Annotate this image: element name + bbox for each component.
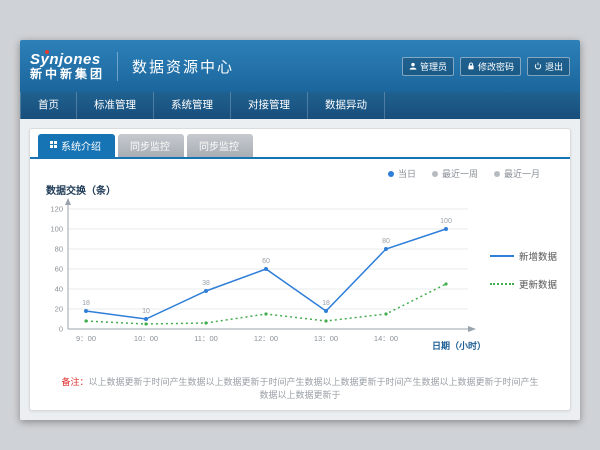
tab-bar: 系统介绍 同步监控 同步监控 [30,129,570,159]
filter-today-label: 当日 [398,167,416,180]
filter-last-week-label: 最近一周 [442,167,478,180]
svg-text:日期（小时）: 日期（小时） [432,340,486,351]
logo-text-en: Synjones [30,52,105,67]
logo-text-cn: 新中新集团 [30,67,105,81]
tab-system-intro[interactable]: 系统介绍 [38,134,115,157]
change-password-label: 修改密码 [478,60,514,73]
svg-text:9：00: 9：00 [76,334,96,343]
filter-last-month-label: 最近一月 [504,167,540,180]
dotted-line-icon [490,283,514,285]
app-window: Synjones 新中新集团 数据资源中心 管理员 修改密码 [20,40,580,420]
main-panel: 系统介绍 同步监控 同步监控 当日 最近一周 [29,128,571,411]
tab-system-intro-label: 系统介绍 [61,138,101,153]
page-title: 数据资源中心 [132,56,234,77]
svg-text:60: 60 [55,265,63,274]
svg-text:120: 120 [50,205,63,214]
lock-icon [467,62,475,70]
footnote: 备注：以上数据更新于时间产生数据以上数据更新于时间产生数据以上数据更新于时间产生… [30,375,570,401]
nav-item-data-change[interactable]: 数据异动 [308,92,385,119]
legend-updated-data-label: 更新数据 [519,277,557,291]
logout-label: 退出 [545,60,563,73]
power-icon [534,62,542,70]
dot-icon [432,171,438,177]
svg-text:100: 100 [50,225,63,234]
nav-item-system-mgmt[interactable]: 系统管理 [154,92,231,119]
content-area: 系统介绍 同步监控 同步监控 当日 最近一周 [20,119,580,420]
svg-text:14：00: 14：00 [374,334,398,343]
svg-text:60: 60 [262,258,270,265]
legend-item-updated-data[interactable]: 更新数据 [490,277,557,291]
app-header: Synjones 新中新集团 数据资源中心 管理员 修改密码 [20,40,580,92]
legend-item-new-data[interactable]: 新增数据 [490,249,557,263]
legend-new-data-label: 新增数据 [519,249,557,263]
tab-sync-monitor-1[interactable]: 同步监控 [118,134,184,157]
dot-icon [388,171,394,177]
tab-sync-monitor-2[interactable]: 同步监控 [187,134,253,157]
svg-text:80: 80 [55,245,63,254]
svg-text:10: 10 [142,308,150,315]
tab-sync-monitor-1-label: 同步监控 [130,138,170,153]
grid-icon [50,140,57,151]
chart-row: 0 20 40 60 80 100 120 9：00 10：00 11：00 12：00 13：00 1… [30,197,570,359]
footnote-prefix: 备注： [61,377,88,387]
nav-item-standard-mgmt[interactable]: 标准管理 [77,92,154,119]
solid-line-icon [490,255,514,257]
svg-text:0: 0 [59,325,63,334]
tab-sync-monitor-2-label: 同步监控 [199,138,239,153]
logo-red-dot-icon [45,50,49,54]
svg-text:20: 20 [55,305,63,314]
company-logo: Synjones 新中新集团 [30,52,118,81]
chart-y-axis-title: 数据交换（条） [46,182,570,197]
series-legend: 新增数据 更新数据 [490,249,557,291]
svg-text:11：00: 11：00 [194,334,218,343]
change-password-button[interactable]: 修改密码 [460,57,521,76]
admin-user-label: 管理员 [420,60,447,73]
line-chart: 0 20 40 60 80 100 120 9：00 10：00 11：00 12：00 13：00 1… [38,197,490,359]
dot-icon [494,171,500,177]
svg-text:100: 100 [440,218,452,225]
main-nav: 首页 标准管理 系统管理 对接管理 数据异动 [20,92,580,119]
svg-text:38: 38 [202,280,210,287]
time-range-filters: 当日 最近一周 最近一月 [30,167,540,180]
svg-text:10：00: 10：00 [134,334,158,343]
svg-text:40: 40 [55,285,63,294]
user-icon [409,62,417,70]
logout-button[interactable]: 退出 [527,57,570,76]
filter-last-week[interactable]: 最近一周 [432,167,478,180]
svg-text:12：00: 12：00 [254,334,278,343]
svg-text:18: 18 [322,300,330,307]
nav-item-home[interactable]: 首页 [20,92,77,119]
svg-text:13：00: 13：00 [314,334,338,343]
footnote-text: 以上数据更新于时间产生数据以上数据更新于时间产生数据以上数据更新于时间产生数据以… [89,377,539,400]
svg-text:80: 80 [382,238,390,245]
filter-last-month[interactable]: 最近一月 [494,167,540,180]
admin-user-button[interactable]: 管理员 [402,57,454,76]
filter-today[interactable]: 当日 [388,167,416,180]
nav-item-integration-mgmt[interactable]: 对接管理 [231,92,308,119]
svg-text:18: 18 [82,300,90,307]
header-actions: 管理员 修改密码 退出 [402,57,570,76]
